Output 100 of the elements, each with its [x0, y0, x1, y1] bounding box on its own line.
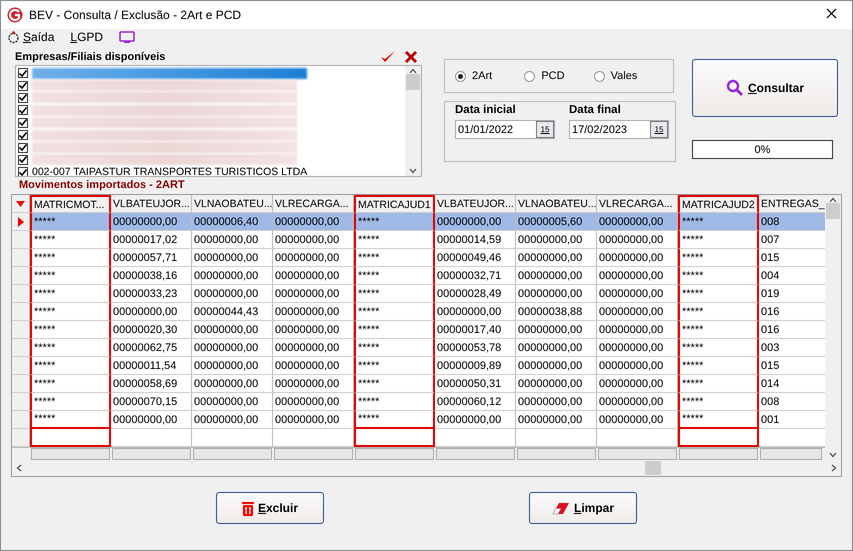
checkbox[interactable]	[18, 130, 28, 140]
checkbox[interactable]	[18, 154, 28, 165]
table-cell: 00000000,00	[192, 321, 273, 339]
calendar-button[interactable]: 15	[536, 121, 554, 138]
table-cell: 00000000,00	[273, 411, 354, 429]
table-cell: 00000000,00	[273, 375, 354, 393]
table-cell: 00000000,00	[273, 357, 354, 375]
date-field[interactable]: 01/01/2022 15	[455, 120, 555, 139]
table-cell: 00000000,00	[192, 231, 273, 249]
filter-field[interactable]	[436, 448, 515, 460]
action-button[interactable]: Excluir	[216, 492, 324, 524]
radio-option[interactable]: PCD	[524, 70, 594, 82]
column-header[interactable]: MATRICAJUD2	[678, 195, 759, 213]
checkbox[interactable]	[18, 105, 28, 116]
row-indicator[interactable]	[12, 429, 30, 447]
column-header[interactable]: MATRICMOT...	[30, 195, 111, 213]
table-cell: *****	[678, 267, 759, 285]
table-cell: 00000044,43	[192, 303, 273, 321]
radio-circle[interactable]	[594, 70, 605, 82]
filter-field[interactable]	[679, 448, 758, 460]
table-cell: 00000070,15	[111, 393, 192, 411]
row-indicator[interactable]	[12, 267, 30, 285]
scrollbar-thumb[interactable]	[406, 74, 420, 90]
checkbox[interactable]	[18, 167, 28, 176]
filter-field[interactable]	[517, 448, 596, 460]
table-cell: 00000000,00	[597, 339, 678, 357]
table-cell: *****	[354, 357, 435, 375]
radio-option[interactable]: 2Art	[455, 70, 524, 82]
table-cell: 00000000,00	[516, 411, 597, 429]
table-cell: 00000000,00	[111, 303, 192, 321]
row-indicator[interactable]	[12, 375, 30, 393]
search-button[interactable]: Consultar	[692, 59, 838, 117]
column-header[interactable]: VLNAOBATEU...	[192, 195, 273, 213]
table-cell: *****	[354, 249, 435, 267]
column-header[interactable]: VLBATEUJOR...	[435, 195, 516, 213]
column-header[interactable]: VLRECARGA...	[273, 195, 354, 213]
radio-option[interactable]: Vales	[594, 70, 663, 82]
scrollbar[interactable]	[825, 195, 841, 460]
checkbox[interactable]	[18, 118, 28, 128]
column-header[interactable]: VLNAOBATEU...	[516, 195, 597, 213]
filter-field[interactable]	[355, 448, 434, 460]
row-indicator[interactable]	[12, 339, 30, 357]
filter-field[interactable]	[31, 448, 110, 460]
row-indicator[interactable]	[12, 213, 30, 231]
table-cell: 00000057,71	[111, 249, 192, 267]
row-indicator[interactable]	[12, 411, 30, 429]
row-indicator[interactable]	[12, 357, 30, 375]
scrollbar-thumb[interactable]	[645, 461, 661, 475]
table-cell: *****	[354, 285, 435, 303]
table-cell: 00000000,00	[597, 303, 678, 321]
filter-field[interactable]	[112, 448, 191, 460]
row-indicator[interactable]	[12, 303, 30, 321]
table-cell: 00000000,00	[516, 267, 597, 285]
table-cell: *****	[354, 213, 435, 231]
scrollbar-thumb[interactable]	[826, 203, 840, 219]
filter-field[interactable]	[598, 448, 677, 460]
table-cell: *****	[354, 321, 435, 339]
list-item[interactable]: 002-007 TAIPASTUR TRANSPORTES TURISTICOS LTDA	[32, 166, 308, 176]
table-cell: 00000009,89	[435, 357, 516, 375]
filter-field[interactable]	[760, 448, 822, 460]
column-header[interactable]: ENTREGAS_	[759, 195, 825, 213]
row-indicator[interactable]	[12, 321, 30, 339]
table-cell: *****	[678, 249, 759, 267]
row-indicator[interactable]	[12, 285, 30, 303]
date-field[interactable]: 17/02/2023 15	[569, 120, 669, 139]
table-cell: *****	[354, 411, 435, 429]
radio-circle[interactable]	[524, 70, 536, 82]
action-button[interactable]: Limpar	[529, 492, 637, 524]
chevron-icon	[829, 197, 837, 203]
row-indicator[interactable]	[12, 231, 30, 249]
row-indicator[interactable]	[12, 249, 30, 267]
table-cell: 00000000,00	[273, 321, 354, 339]
table-cell: 00000011,54	[111, 357, 192, 375]
checkbox[interactable]	[18, 92, 28, 103]
chevron-icon	[16, 464, 22, 472]
row-indicator[interactable]	[12, 393, 30, 411]
column-header[interactable]: VLBATEUJOR...	[111, 195, 192, 213]
column-header[interactable]: MATRICAJUD1	[354, 195, 435, 213]
table-cell: 00000000,00	[273, 267, 354, 285]
table-cell: 00000000,00	[516, 393, 597, 411]
app-logo-icon	[7, 7, 23, 23]
checkbox[interactable]	[18, 80, 28, 91]
filter-field[interactable]	[193, 448, 272, 460]
scrollbar[interactable]	[405, 66, 421, 176]
table-cell: *****	[30, 285, 111, 303]
filter-field[interactable]	[274, 448, 353, 460]
checkbox[interactable]	[18, 142, 28, 153]
calendar-button[interactable]: 15	[650, 121, 668, 138]
menu-item[interactable]: LGPD	[70, 30, 104, 44]
column-header[interactable]: VLRECARGA...	[597, 195, 678, 213]
table-cell: 00000000,00	[192, 411, 273, 429]
horizontal-scrollbar[interactable]	[12, 460, 841, 476]
menu-item[interactable]: Saída	[7, 30, 54, 44]
table-cell: *****	[30, 303, 111, 321]
table-cell: 00000000,00	[273, 231, 354, 249]
checkbox[interactable]	[18, 68, 28, 78]
radio-circle[interactable]	[455, 70, 466, 82]
table-cell: 00000000,00	[192, 339, 273, 357]
table-cell: 00000000,00	[516, 357, 597, 375]
date-label: Data final	[569, 104, 622, 116]
